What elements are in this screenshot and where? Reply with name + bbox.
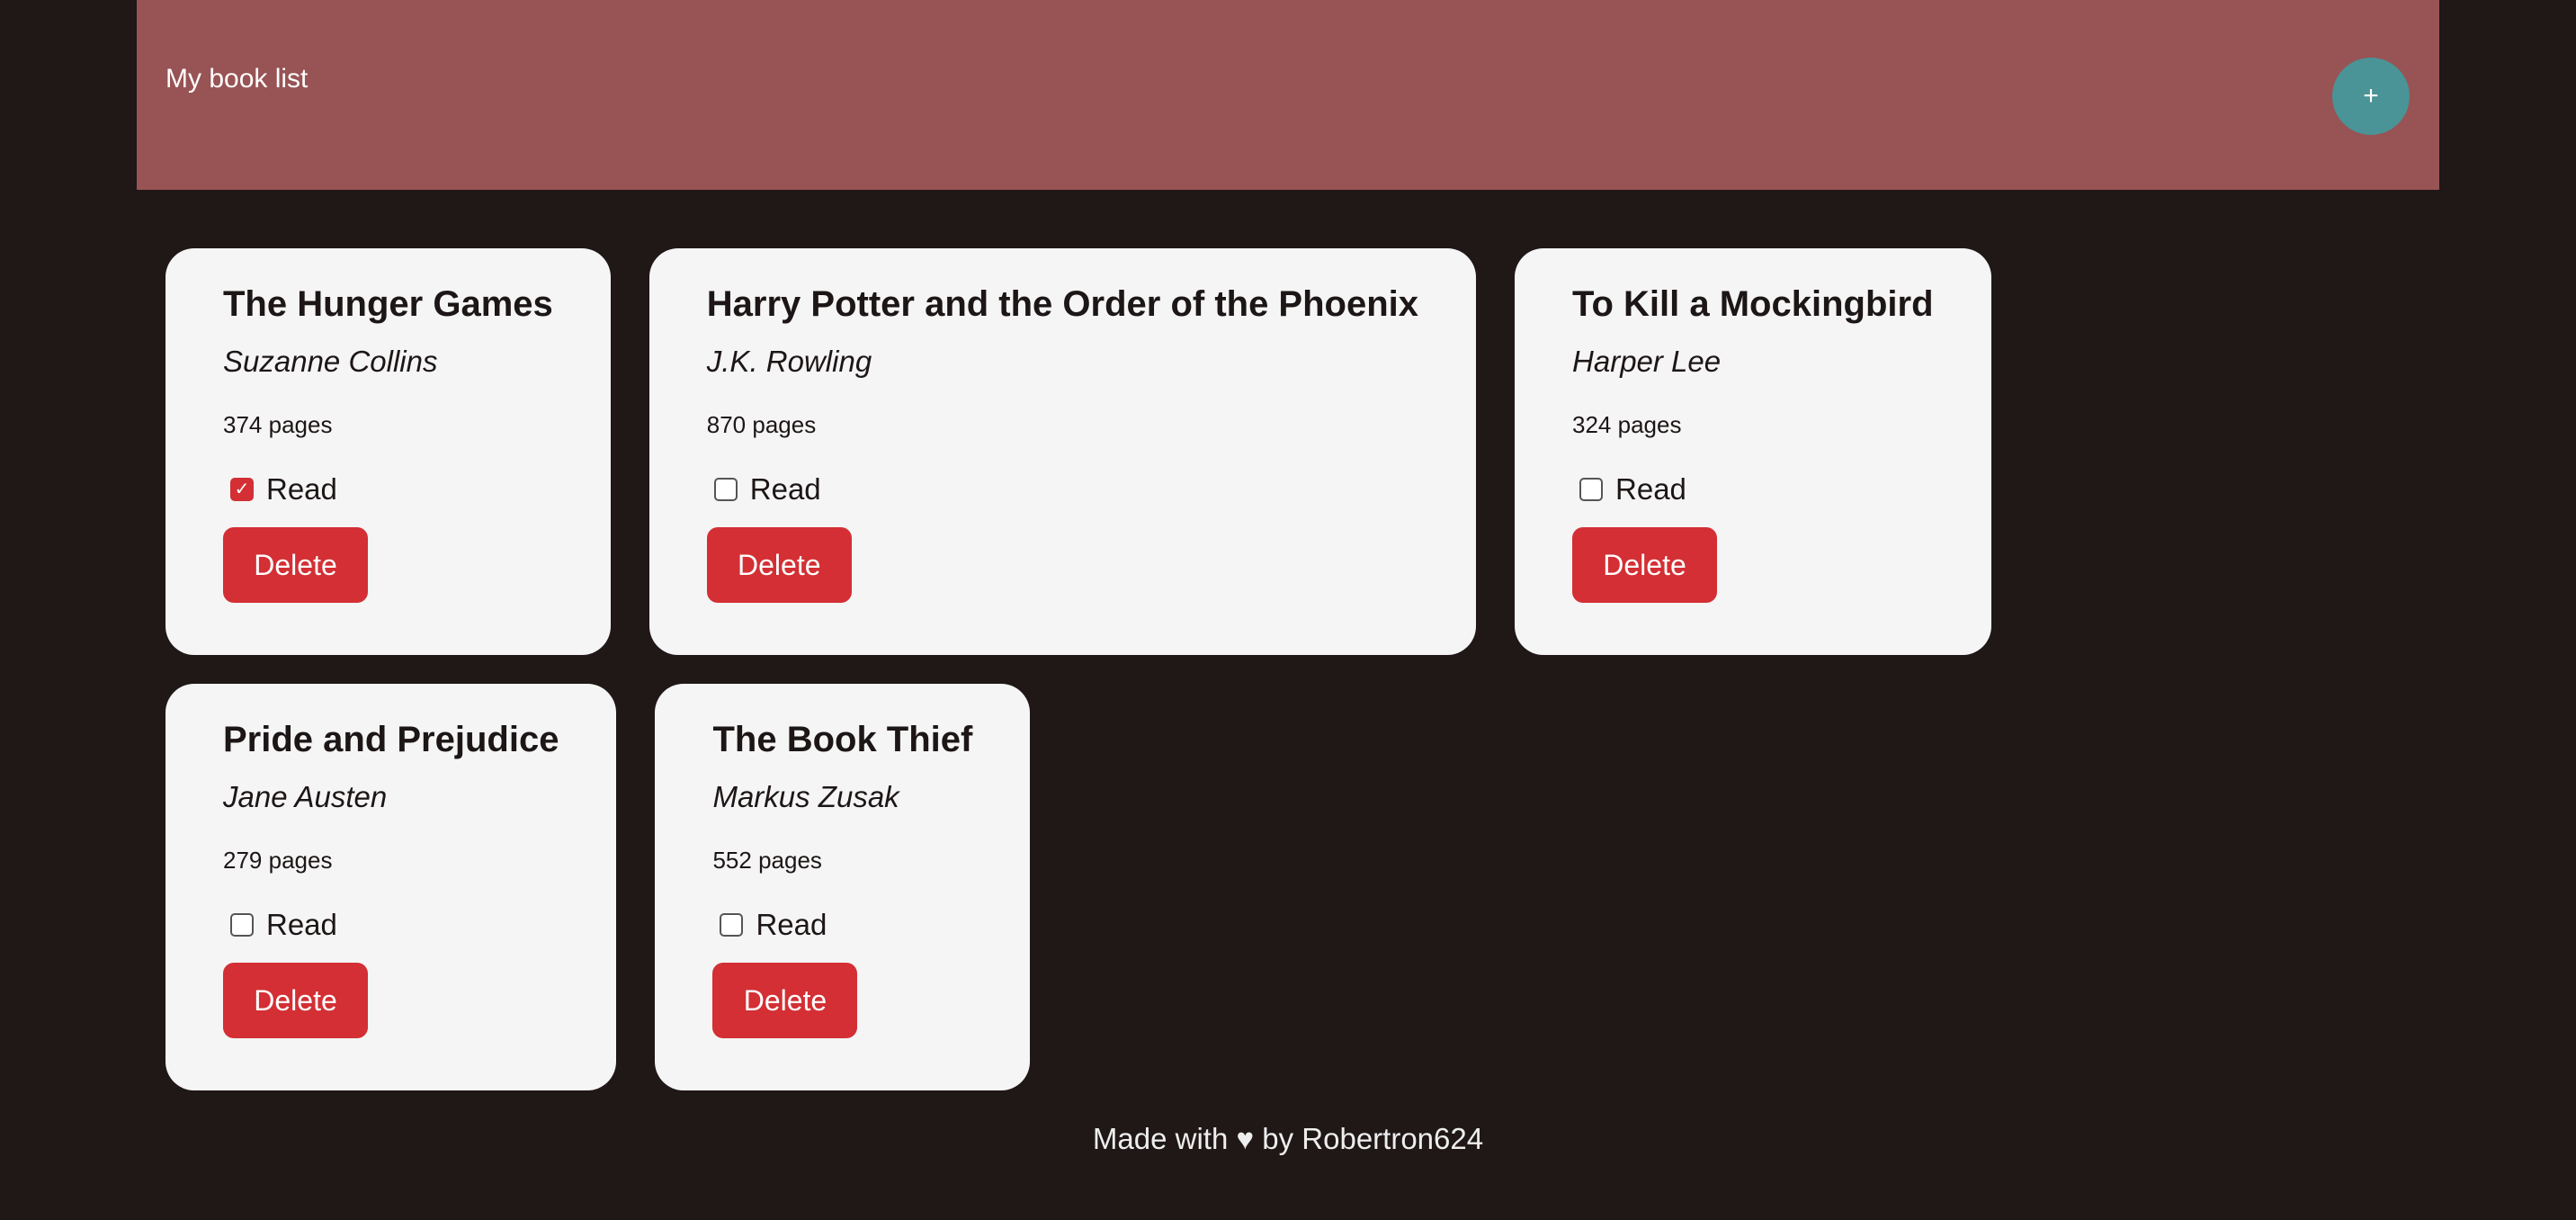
read-checkbox[interactable] <box>230 913 254 937</box>
read-checkbox[interactable] <box>1579 478 1604 501</box>
delete-button[interactable]: Delete <box>706 527 852 603</box>
read-toggle[interactable]: Read <box>707 471 1418 507</box>
check-icon: ✓ <box>234 480 250 499</box>
book-card: Harry Potter and the Order of the Phoeni… <box>648 248 1477 655</box>
read-toggle[interactable]: Read <box>712 907 972 943</box>
read-label[interactable]: Read <box>750 471 821 507</box>
book-title: Harry Potter and the Order of the Phoeni… <box>706 284 1419 324</box>
book-pages: 374 pages <box>223 411 333 438</box>
read-label[interactable]: Read <box>266 471 337 507</box>
book-card: Pride and Prejudice Jane Austen 279 page… <box>165 684 617 1090</box>
book-title: To Kill a Mockingbird <box>1572 284 1934 324</box>
read-toggle[interactable]: ✓ Read <box>223 471 553 507</box>
book-pages: 279 pages <box>223 847 333 874</box>
delete-button[interactable]: Delete <box>1572 527 1718 603</box>
delete-button[interactable]: Delete <box>223 963 368 1038</box>
read-toggle[interactable]: Read <box>223 907 559 943</box>
read-toggle[interactable]: Read <box>1572 471 1933 507</box>
read-label[interactable]: Read <box>266 907 337 943</box>
book-author: Jane Austen <box>223 780 388 813</box>
footer: Made with ♥ by Robertron624 <box>137 1121 2439 1157</box>
book-author: Harper Lee <box>1572 345 1722 378</box>
add-book-button[interactable]: + <box>2332 58 2410 135</box>
footer-credit: Made with ♥ by Robertron624 <box>1092 1122 1484 1155</box>
read-label[interactable]: Read <box>756 907 827 943</box>
book-author: Suzanne Collins <box>223 345 438 378</box>
read-label[interactable]: Read <box>1615 471 1686 507</box>
book-author: Markus Zusak <box>712 780 899 813</box>
header: My book list + <box>137 0 2439 190</box>
read-checkbox[interactable]: ✓ <box>230 478 254 501</box>
delete-button[interactable]: Delete <box>223 527 368 603</box>
book-pages: 552 pages <box>712 847 822 874</box>
app-page: My book list + The Hunger Games Suzanne … <box>137 0 2439 1220</box>
read-checkbox[interactable] <box>720 913 744 937</box>
read-checkbox[interactable] <box>713 478 738 501</box>
book-card: To Kill a Mockingbird Harper Lee 324 pag… <box>1515 248 1991 655</box>
book-title: The Hunger Games <box>223 284 553 324</box>
delete-button[interactable]: Delete <box>712 963 858 1038</box>
page-title: My book list <box>165 64 309 94</box>
book-grid: The Hunger Games Suzanne Collins 374 pag… <box>165 248 2411 1090</box>
book-title: The Book Thief <box>712 720 973 759</box>
book-pages: 324 pages <box>1572 411 1682 438</box>
book-card: The Hunger Games Suzanne Collins 374 pag… <box>165 248 611 655</box>
book-title: Pride and Prejudice <box>223 720 559 759</box>
book-card: The Book Thief Markus Zusak 552 pages Re… <box>655 684 1031 1090</box>
book-pages: 870 pages <box>706 411 817 438</box>
book-author: J.K. Rowling <box>706 345 872 378</box>
